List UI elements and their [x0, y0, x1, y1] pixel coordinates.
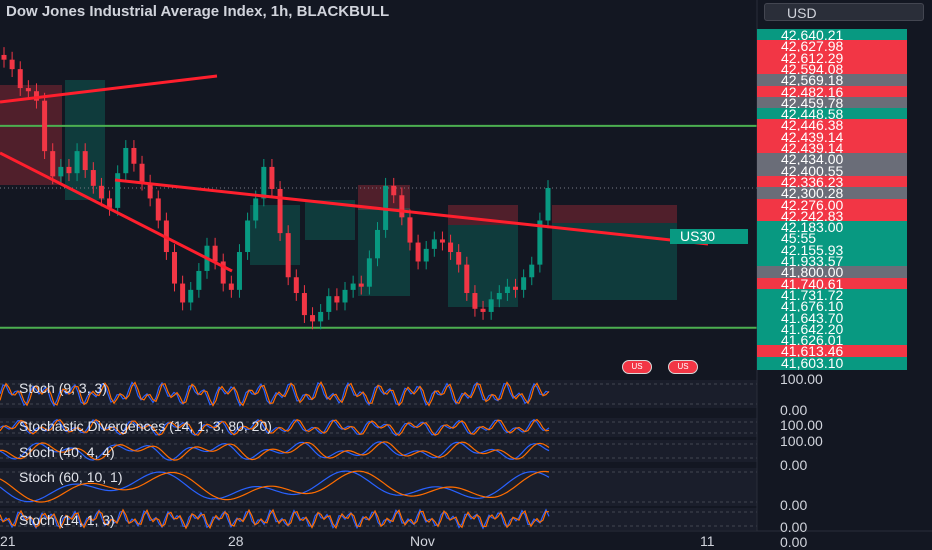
osc-tick: 0.00 — [780, 519, 808, 535]
candle-body — [228, 283, 234, 290]
candle-body — [480, 308, 486, 312]
candle-body — [423, 248, 429, 262]
candle-body — [1, 54, 7, 60]
currency-selector[interactable]: USD — [764, 3, 924, 21]
candle-body — [342, 289, 348, 303]
indicator-label-stoch-9[interactable]: Stoch (9, 3, 3) — [19, 380, 107, 396]
candle-body — [172, 252, 178, 284]
position-zone — [552, 205, 677, 223]
price-tag: 41,603.10 — [757, 356, 907, 370]
candle-body — [42, 100, 48, 152]
candle-body — [277, 188, 283, 234]
candle-body — [407, 217, 413, 243]
candle-body — [98, 185, 104, 199]
candle-body — [17, 69, 23, 89]
candle-body — [123, 147, 129, 174]
candle-body — [9, 59, 15, 70]
candle-body — [366, 258, 372, 287]
candle-body — [326, 296, 332, 312]
candle-body — [310, 315, 316, 322]
candle-body — [529, 264, 535, 278]
osc-tick: 0.00 — [780, 457, 808, 473]
candle-body — [545, 188, 551, 221]
candle-body — [439, 239, 445, 243]
candle-body — [504, 286, 510, 294]
candle-body — [399, 195, 405, 218]
x-tick-label: Nov — [410, 533, 435, 549]
indicator-label-stoch-60[interactable]: Stoch (60, 10, 1) — [19, 469, 123, 485]
indicator-label-stoch-divergences[interactable]: Stochastic Divergences (14, 1, 3, 80, 20… — [19, 418, 272, 434]
candle-body — [521, 277, 527, 290]
symbol-tag: US30 — [670, 229, 748, 244]
candle-body — [472, 293, 478, 309]
chart-title: Dow Jones Industrial Average Index, 1h, … — [6, 3, 390, 20]
candle-body — [293, 277, 299, 294]
candle-body — [82, 151, 88, 171]
candle-body — [50, 151, 56, 177]
candle-body — [236, 252, 242, 290]
osc-tick: 100.00 — [780, 433, 823, 449]
candle-body — [448, 242, 454, 253]
candle-body — [415, 242, 421, 262]
candle-body — [301, 293, 307, 316]
candle-body — [139, 163, 145, 183]
osc-tick: 0.00 — [780, 534, 808, 550]
candle-body — [180, 283, 186, 303]
candle-body — [58, 166, 64, 177]
x-tick-label: 28 — [228, 533, 244, 549]
indicator-label-stoch-40[interactable]: Stoch (40, 4, 4) — [19, 444, 115, 460]
candle-body — [431, 239, 437, 249]
candle-body — [131, 147, 137, 164]
candle-body — [25, 88, 31, 92]
us-flag-icon[interactable]: US — [622, 360, 652, 374]
candle-body — [456, 252, 462, 265]
osc-tick: 100.00 — [780, 371, 823, 387]
candle-body — [74, 151, 80, 174]
trendline — [0, 151, 233, 273]
x-tick-label: 21 — [0, 533, 16, 549]
candle-body — [66, 166, 72, 174]
candle-body — [212, 245, 218, 262]
candle-body — [245, 220, 251, 253]
candle-body — [188, 289, 194, 303]
candle-body — [488, 299, 494, 312]
osc-tick: 0.00 — [780, 402, 808, 418]
candle-body — [350, 283, 356, 290]
us-flag-icon[interactable]: US — [668, 360, 698, 374]
candle-body — [318, 311, 324, 322]
candle-body — [196, 270, 202, 290]
candle-body — [374, 229, 380, 259]
osc-tick: 0.00 — [780, 497, 808, 513]
candle-body — [285, 233, 291, 278]
candle-body — [496, 293, 502, 300]
position-zone — [65, 80, 105, 200]
candle-body — [358, 283, 364, 287]
candle-body — [513, 286, 519, 290]
osc-tick: 100.00 — [780, 417, 823, 433]
x-tick-label: 11 — [700, 533, 715, 549]
candle-body — [253, 198, 259, 221]
candle-body — [115, 173, 121, 208]
candle-body — [464, 264, 470, 294]
candle-body — [155, 198, 161, 221]
indicator-label-stoch-14[interactable]: Stoch (14, 1, 3) — [19, 512, 115, 528]
candle-body — [90, 170, 96, 186]
candle-body — [334, 296, 340, 303]
candle-body — [391, 185, 397, 196]
candle-body — [261, 166, 267, 199]
candle-body — [269, 166, 275, 189]
